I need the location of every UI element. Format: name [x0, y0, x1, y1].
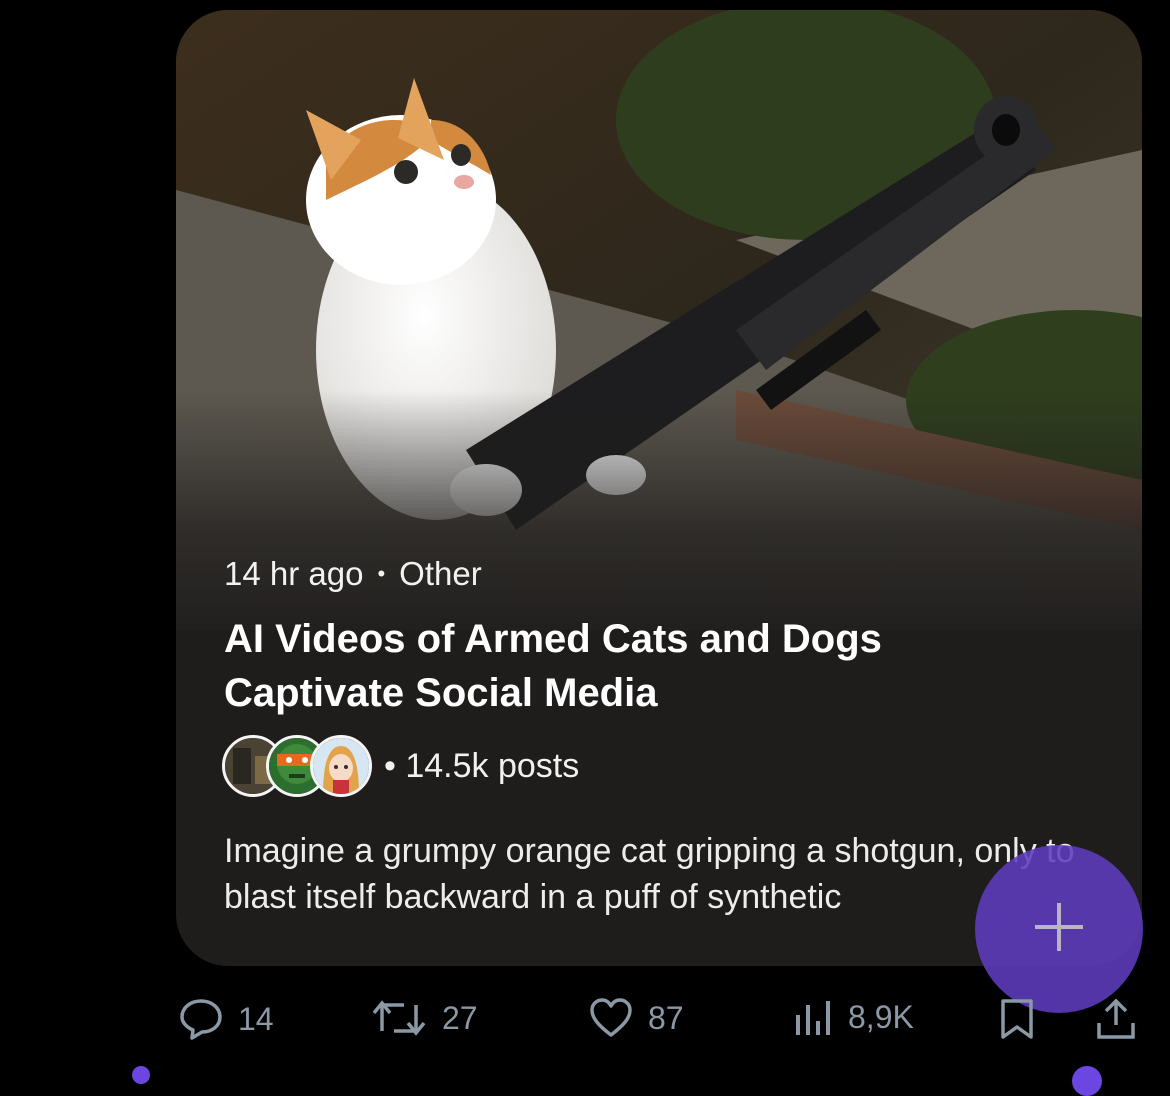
plus-icon: [1033, 901, 1085, 958]
repost-arrows-icon: [370, 997, 428, 1039]
bar-chart-icon: [792, 997, 834, 1037]
share-button[interactable]: [1094, 997, 1138, 1041]
tab-indicator-dot: [132, 1066, 150, 1084]
views-button[interactable]: 8,9K: [792, 997, 914, 1037]
trending-card[interactable]: 14 hr ago • Other AI Videos of Armed Cat…: [176, 10, 1142, 966]
bookmark-icon: [998, 997, 1036, 1041]
reply-bubble-icon: [178, 997, 224, 1041]
time-ago: 14 hr ago: [224, 555, 364, 592]
meta-separator: •: [377, 561, 386, 586]
post-meta: 14 hr ago • Other: [224, 555, 482, 593]
hero-gradient-overlay: [176, 390, 1142, 650]
post-count: • 14.5k posts: [384, 746, 580, 785]
like-button[interactable]: 87: [588, 997, 684, 1039]
participants-row[interactable]: • 14.5k posts: [222, 730, 579, 802]
reply-button[interactable]: 14: [178, 997, 274, 1041]
like-count: 87: [648, 999, 684, 1036]
views-count: 8,9K: [848, 998, 914, 1035]
heart-icon: [588, 997, 634, 1039]
category-label[interactable]: Other: [399, 555, 482, 593]
trend-description: Imagine a grumpy orange cat gripping a s…: [224, 832, 1075, 916]
bottom-nav-edge: [0, 1062, 1170, 1077]
nav-badge[interactable]: [1072, 1066, 1102, 1096]
post-action-bar: 14 27 87 8,9K: [0, 985, 1170, 1055]
share-upload-icon: [1094, 997, 1138, 1041]
trend-title[interactable]: AI Videos of Armed Cats and Dogs Captiva…: [224, 612, 1024, 720]
repost-button[interactable]: 27: [370, 997, 478, 1039]
repost-count: 27: [442, 999, 478, 1036]
bookmark-button[interactable]: [998, 997, 1036, 1041]
reply-count: 14: [238, 1000, 274, 1037]
avatar-3[interactable]: [310, 735, 372, 797]
